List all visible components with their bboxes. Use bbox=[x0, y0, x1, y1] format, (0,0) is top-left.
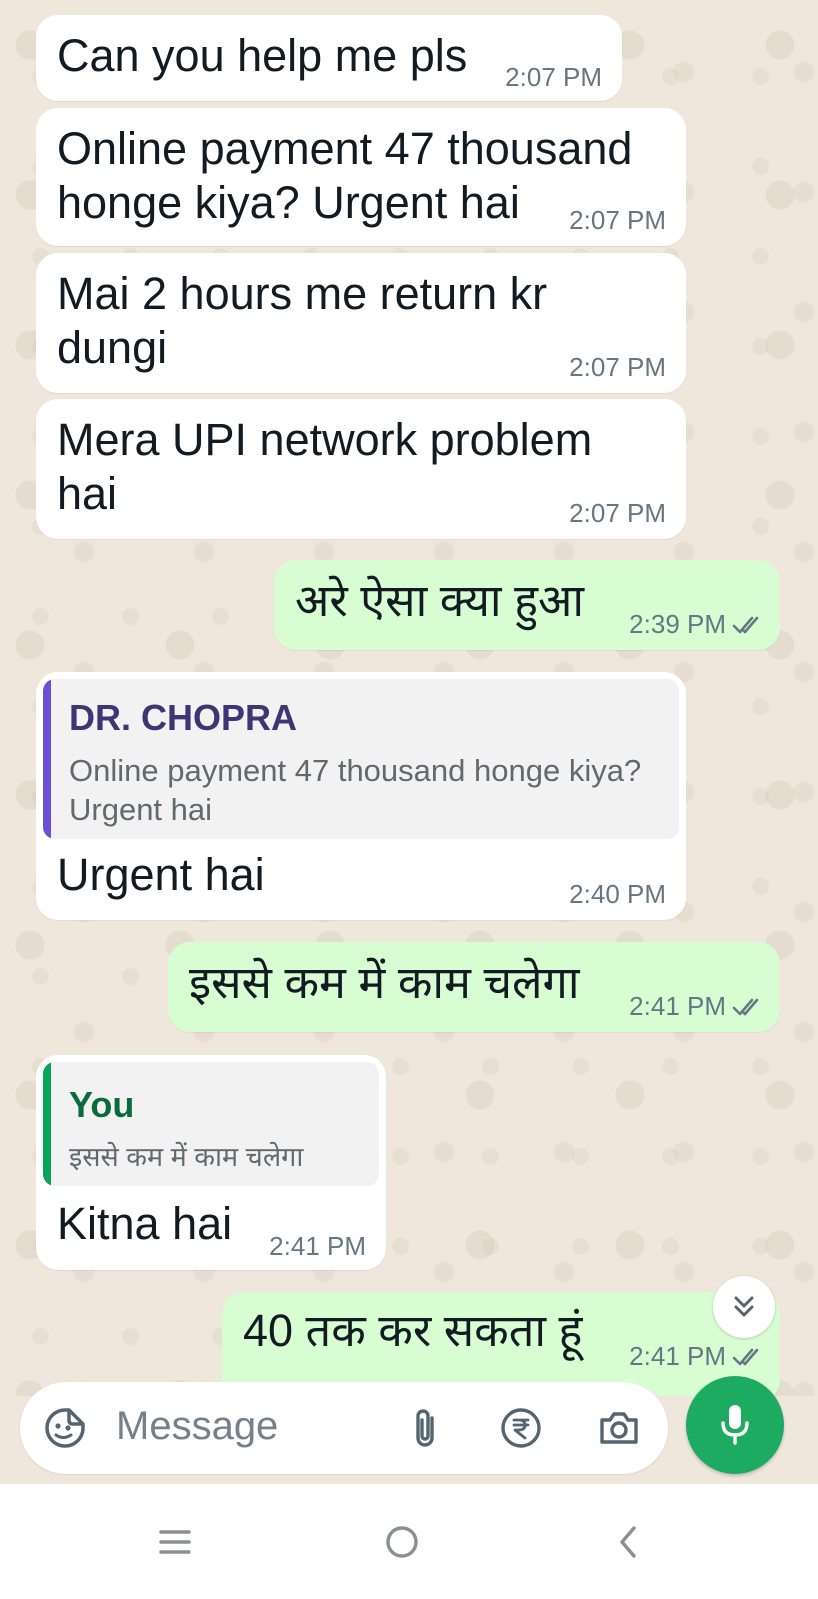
message-time-label: 2:41 PM bbox=[629, 991, 726, 1021]
read-receipt-icon bbox=[732, 998, 759, 1015]
home-icon bbox=[386, 1526, 418, 1558]
message-time-label: 2:07 PM bbox=[569, 498, 666, 528]
quote-accent-bar bbox=[43, 1062, 51, 1186]
sticker-icon bbox=[45, 1408, 85, 1448]
menu-icon bbox=[159, 1530, 191, 1554]
message-bubble-incoming[interactable]: Can you help me pls 2:07 PM bbox=[36, 15, 622, 101]
scroll-to-bottom-button[interactable] bbox=[713, 1276, 775, 1338]
message-text: Can you help me pls bbox=[57, 30, 468, 81]
message-bubble-incoming[interactable]: DR. CHOPRA Online payment 47 thousand ho… bbox=[36, 672, 686, 920]
quote-accent-bar bbox=[43, 679, 51, 839]
read-receipt-icon bbox=[732, 1348, 759, 1365]
message-input[interactable]: Message bbox=[116, 1404, 278, 1449]
message-text: अरे ऐसा क्या हुआ bbox=[295, 575, 584, 626]
message-time-label: 2:07 PM bbox=[569, 205, 666, 235]
message-bubble-incoming[interactable]: Online payment 47 thousand honge kiya? U… bbox=[36, 108, 686, 246]
back-button[interactable] bbox=[598, 1512, 658, 1572]
message-text: Kitna hai bbox=[57, 1198, 233, 1249]
message-time-label: 2:07 PM bbox=[505, 62, 602, 92]
message-time: 2:07 PM bbox=[569, 205, 666, 236]
message-time-label: 2:39 PM bbox=[629, 609, 726, 639]
quoted-message[interactable]: You इससे कम में काम चलेगा bbox=[43, 1062, 379, 1186]
message-time-label: 2:40 PM bbox=[569, 879, 666, 909]
message-composer[interactable]: Message bbox=[20, 1382, 668, 1474]
quoted-message[interactable]: DR. CHOPRA Online payment 47 thousand ho… bbox=[43, 679, 679, 839]
message-text: Mai 2 hours me return kr dungi bbox=[57, 268, 548, 373]
payment-button[interactable] bbox=[498, 1405, 544, 1451]
system-navigation-bar bbox=[0, 1484, 818, 1599]
message-time: 2:39 PM bbox=[629, 609, 766, 640]
message-text: Mera UPI network problem hai bbox=[57, 414, 593, 519]
sticker-button[interactable] bbox=[42, 1405, 88, 1451]
message-bubble-incoming[interactable]: You इससे कम में काम चलेगा Kitna hai 2:41… bbox=[36, 1055, 386, 1270]
message-text: इससे कम में काम चलेगा bbox=[189, 957, 580, 1008]
message-time: 2:07 PM bbox=[569, 352, 666, 383]
quote-author: DR. CHOPRA bbox=[69, 697, 298, 738]
message-time-label: 2:07 PM bbox=[569, 352, 666, 382]
message-bubble-outgoing[interactable]: इससे कम में काम चलेगा 2:41 PM bbox=[168, 942, 780, 1032]
quote-author: You bbox=[69, 1084, 135, 1125]
attach-icon bbox=[416, 1409, 434, 1447]
message-time: 2:40 PM bbox=[569, 879, 666, 910]
camera-button[interactable] bbox=[596, 1405, 642, 1451]
message-bubble-outgoing[interactable]: 40 तक कर सकता हूं 2:41 PM bbox=[222, 1292, 780, 1396]
message-text: 40 तक कर सकता हूं bbox=[243, 1305, 583, 1356]
message-time: 2:41 PM bbox=[629, 1341, 766, 1372]
message-bubble-incoming[interactable]: Mai 2 hours me return kr dungi 2:07 PM bbox=[36, 253, 686, 393]
camera-icon bbox=[600, 1412, 638, 1444]
voice-message-button[interactable] bbox=[686, 1376, 784, 1474]
quote-text: Online payment 47 thousand honge kiya? U… bbox=[69, 753, 642, 827]
message-bubble-outgoing[interactable]: अरे ऐसा क्या हुआ 2:39 PM bbox=[274, 560, 780, 650]
attach-button[interactable] bbox=[402, 1405, 448, 1451]
back-icon bbox=[620, 1526, 636, 1558]
message-time: 2:07 PM bbox=[569, 498, 666, 529]
message-time: 2:41 PM bbox=[629, 991, 766, 1022]
message-time-label: 2:41 PM bbox=[629, 1341, 726, 1371]
message-time: 2:41 PM bbox=[269, 1231, 366, 1262]
quote-text: इससे कम में काम चलेगा bbox=[69, 1142, 304, 1172]
message-time: 2:07 PM bbox=[505, 62, 602, 93]
home-button[interactable] bbox=[372, 1512, 432, 1572]
read-receipt-icon bbox=[732, 616, 759, 633]
double-chevron-down-icon bbox=[734, 1296, 754, 1317]
mic-icon bbox=[721, 1405, 749, 1445]
message-text: Urgent hai bbox=[57, 849, 265, 900]
rupee-payment-icon bbox=[501, 1408, 541, 1448]
chat-area[interactable]: Can you help me pls 2:07 PM Online payme… bbox=[0, 0, 818, 1396]
message-bubble-incoming[interactable]: Mera UPI network problem hai 2:07 PM bbox=[36, 399, 686, 539]
recent-apps-button[interactable] bbox=[145, 1512, 205, 1572]
message-time-label: 2:41 PM bbox=[269, 1231, 366, 1261]
message-text: Online payment 47 thousand honge kiya? U… bbox=[57, 123, 633, 228]
